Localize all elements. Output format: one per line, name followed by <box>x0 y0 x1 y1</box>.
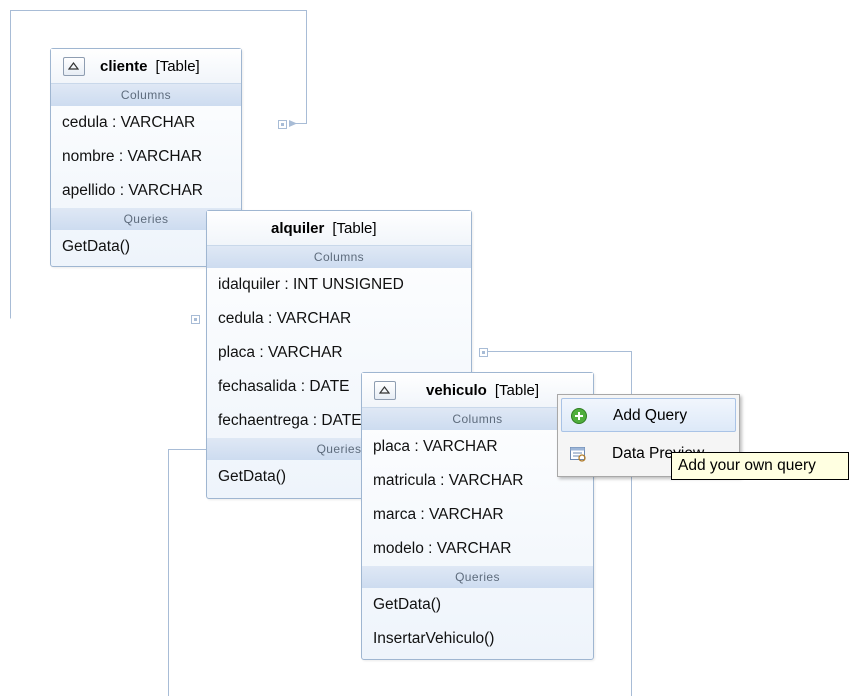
column-row[interactable]: apellido : VARCHAR <box>51 174 241 208</box>
column-row[interactable]: modelo : VARCHAR <box>362 532 593 566</box>
collapse-button[interactable] <box>63 57 85 76</box>
tooltip: Add your own query <box>671 452 849 480</box>
chevron-up-icon <box>379 386 390 394</box>
add-query-icon <box>571 408 587 424</box>
column-row[interactable]: cedula : VARCHAR <box>207 302 471 336</box>
query-row[interactable]: InsertarVehiculo() <box>362 622 593 656</box>
relation-port[interactable] <box>191 315 200 324</box>
table-kind: [Table] <box>155 58 200 75</box>
relation-port[interactable] <box>479 348 488 357</box>
queries-section-header: Queries <box>362 566 593 588</box>
table-kind: [Table] <box>332 220 377 237</box>
table-kind: [Table] <box>494 382 540 399</box>
table-header: cliente [Table] <box>51 49 241 84</box>
columns-section-header: Columns <box>207 246 471 268</box>
column-row[interactable]: marca : VARCHAR <box>362 498 593 532</box>
chevron-up-icon <box>68 62 79 70</box>
column-row[interactable]: idalquiler : INT UNSIGNED <box>207 268 471 302</box>
data-preview-icon <box>570 447 586 462</box>
menu-item-add-query[interactable]: Add Query <box>561 398 736 432</box>
menu-item-label: Add Query <box>613 407 688 424</box>
column-row[interactable]: placa : VARCHAR <box>207 336 471 370</box>
table-title: vehiculo [Table] <box>426 382 539 399</box>
table-title: alquiler [Table] <box>271 220 377 237</box>
table-header: alquiler [Table] <box>207 211 471 246</box>
table-name: alquiler <box>271 220 325 237</box>
column-row[interactable]: nombre : VARCHAR <box>51 140 241 174</box>
table-title: cliente [Table] <box>100 58 200 75</box>
table-name: cliente <box>100 58 148 75</box>
query-row[interactable]: GetData() <box>362 588 593 622</box>
table-name: vehiculo <box>426 382 487 399</box>
relation-port[interactable] <box>278 120 287 129</box>
collapse-button[interactable] <box>374 381 396 400</box>
column-row[interactable]: cedula : VARCHAR <box>51 106 241 140</box>
columns-section-header: Columns <box>51 84 241 106</box>
